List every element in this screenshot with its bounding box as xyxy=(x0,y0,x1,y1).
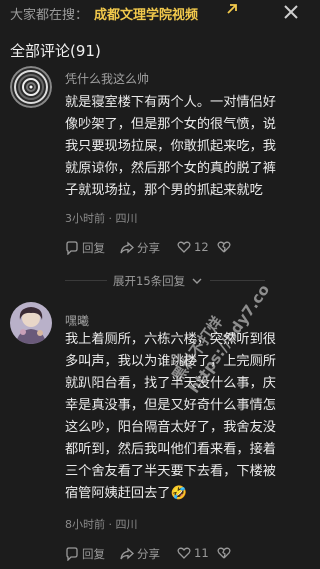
search-hint-label: 大家都在搜： xyxy=(10,8,89,23)
share-label: 分享 xyxy=(137,241,160,255)
arrow-up-right-icon[interactable] xyxy=(225,2,239,16)
chevron-down-icon xyxy=(192,278,202,284)
dislike-button[interactable] xyxy=(217,546,234,560)
share-button[interactable]: 分享 xyxy=(120,240,160,256)
comment-line: 就原谅你，然后那个女的真的脱了裤 xyxy=(65,161,276,176)
comment-actions: 回复 分享 11 xyxy=(65,546,305,564)
reply-icon xyxy=(66,547,78,561)
dislike-button[interactable] xyxy=(217,240,234,254)
comments-count-title: 全部评论(91) xyxy=(10,42,101,60)
comment-meta: 8小时前 · 四川 xyxy=(65,518,138,531)
comment-username[interactable]: 凭什么我这么帅 xyxy=(65,70,149,87)
comment-line: 都听到，然后我叫他们看来看，接着 xyxy=(65,442,276,457)
like-button[interactable]: 11 xyxy=(177,546,209,560)
comment-text: 就是寝室楼下有两个人。一对情侣好 像吵架了，但是那个女的很气愤，说 我只要现场拉… xyxy=(65,92,301,202)
comment-line: 三个舍友看了半天要下去看，下楼被 xyxy=(65,464,276,479)
reply-label: 回复 xyxy=(82,547,105,561)
comment-line: 宿管阿姨赶回去了🤣 xyxy=(65,486,187,501)
reply-label: 回复 xyxy=(82,241,105,255)
share-icon xyxy=(120,241,134,254)
heart-icon xyxy=(177,547,191,559)
close-icon[interactable] xyxy=(282,3,300,21)
expand-replies-label: 展开15条回复 xyxy=(113,274,186,288)
reply-button[interactable]: 回复 xyxy=(65,546,105,562)
avatar[interactable] xyxy=(10,66,52,108)
broken-heart-icon xyxy=(217,241,231,253)
comment-meta: 3小时前 · 四川 xyxy=(65,212,138,225)
share-label: 分享 xyxy=(137,547,160,561)
avatar[interactable] xyxy=(10,302,52,344)
comment-line: 子就现场拉，那个男的抓起来就吃 xyxy=(65,183,263,198)
comment-item: 凭什么我这么帅 就是寝室楼下有两个人。一对情侣好 像吵架了，但是那个女的很气愤，… xyxy=(0,66,312,266)
comment-item: 嘿曦 我上着厕所，六栋六楼，突然听到很 多叫声，我以为谁跳楼了，上完厕所 就趴阳… xyxy=(0,302,312,569)
comment-line: 我上着厕所，六栋六楼，突然听到很 xyxy=(65,332,276,347)
share-icon xyxy=(120,547,134,560)
comment-line: 像吵架了，但是那个女的很气愤，说 xyxy=(65,117,276,132)
comment-line: 就是寝室楼下有两个人。一对情侣好 xyxy=(65,95,276,110)
comment-username[interactable]: 嘿曦 xyxy=(65,312,89,329)
heart-icon xyxy=(177,241,191,253)
like-count: 11 xyxy=(194,546,209,560)
comment-line: 这么吵，阳台隔音太好了，我舍友没 xyxy=(65,420,276,435)
reply-icon xyxy=(66,241,78,255)
broken-heart-icon xyxy=(217,547,231,559)
search-bar[interactable]: 大家都在搜： 成都文理学院视频 xyxy=(0,0,312,28)
comment-line: 幸是真没事，但是又好奇什么事情怎 xyxy=(65,398,276,413)
reply-button[interactable]: 回复 xyxy=(65,240,105,256)
share-button[interactable]: 分享 xyxy=(120,546,160,562)
like-button[interactable]: 12 xyxy=(177,240,209,254)
comment-line: 我只要现场拉屎，你敢抓起来吃，我 xyxy=(65,139,276,154)
divider xyxy=(65,280,107,281)
like-count: 12 xyxy=(194,240,209,254)
trending-search-term[interactable]: 成都文理学院视频 xyxy=(94,4,198,23)
